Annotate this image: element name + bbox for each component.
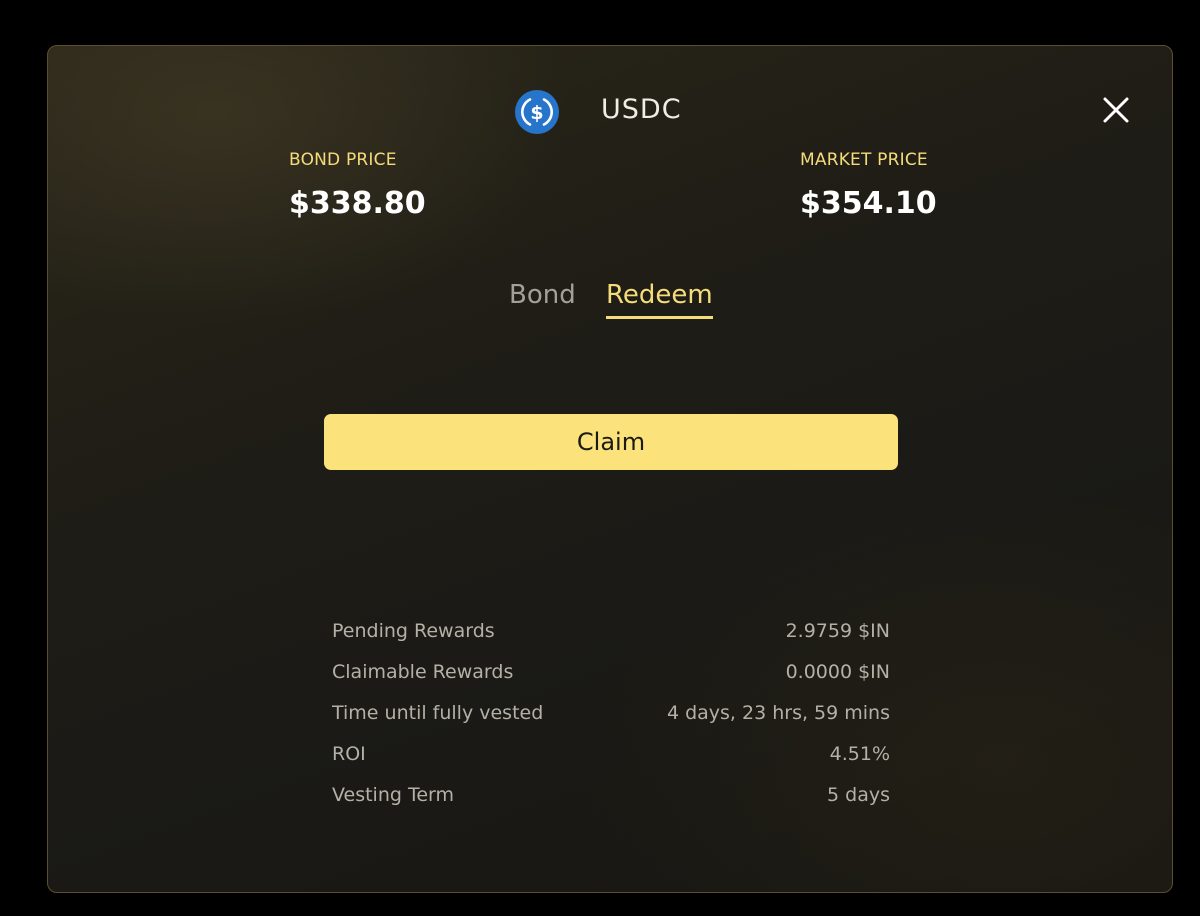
stat-value: 0.0000 $IN: [785, 661, 890, 683]
stat-row-time-until-vested: Time until fully vested 4 days, 23 hrs, …: [332, 698, 890, 739]
stat-label: Vesting Term: [332, 784, 455, 806]
stat-label: Time until fully vested: [332, 702, 544, 724]
stat-label: Pending Rewards: [332, 620, 495, 642]
stat-label: ROI: [332, 743, 366, 765]
stat-label: Claimable Rewards: [332, 661, 514, 683]
stat-row-pending-rewards: Pending Rewards 2.9759 $IN: [332, 616, 890, 657]
tab-redeem[interactable]: Redeem: [606, 280, 713, 319]
usdc-coin-icon: $: [515, 90, 559, 134]
close-icon[interactable]: [1100, 94, 1132, 126]
market-price-label: MARKET PRICE: [800, 150, 928, 170]
bond-price-label: BOND PRICE: [289, 150, 397, 170]
svg-text:$: $: [530, 102, 543, 124]
stat-value: 4 days, 23 hrs, 59 mins: [666, 702, 890, 724]
stat-value: 2.9759 $IN: [785, 620, 890, 642]
stat-value: 5 days: [827, 784, 890, 806]
claim-button[interactable]: Claim: [324, 414, 898, 470]
stat-row-claimable-rewards: Claimable Rewards 0.0000 $IN: [332, 657, 890, 698]
stat-row-vesting-term: Vesting Term 5 days: [332, 780, 890, 821]
stat-row-roi: ROI 4.51%: [332, 739, 890, 780]
bond-modal: $ USDC BOND PRICE $338.80 MARKET PRICE $…: [47, 45, 1173, 893]
market-price-block: MARKET PRICE $354.10: [800, 150, 937, 221]
stat-value: 4.51%: [829, 743, 890, 765]
bond-price-value: $338.80: [289, 186, 426, 221]
market-price-value: $354.10: [800, 186, 937, 221]
token-name: USDC: [601, 94, 682, 125]
tab-bond[interactable]: Bond: [509, 280, 576, 310]
bond-price-block: BOND PRICE $338.80: [289, 150, 426, 221]
modal-header: $ USDC: [48, 90, 1172, 134]
stats-list: Pending Rewards 2.9759 $IN Claimable Rew…: [332, 616, 890, 821]
